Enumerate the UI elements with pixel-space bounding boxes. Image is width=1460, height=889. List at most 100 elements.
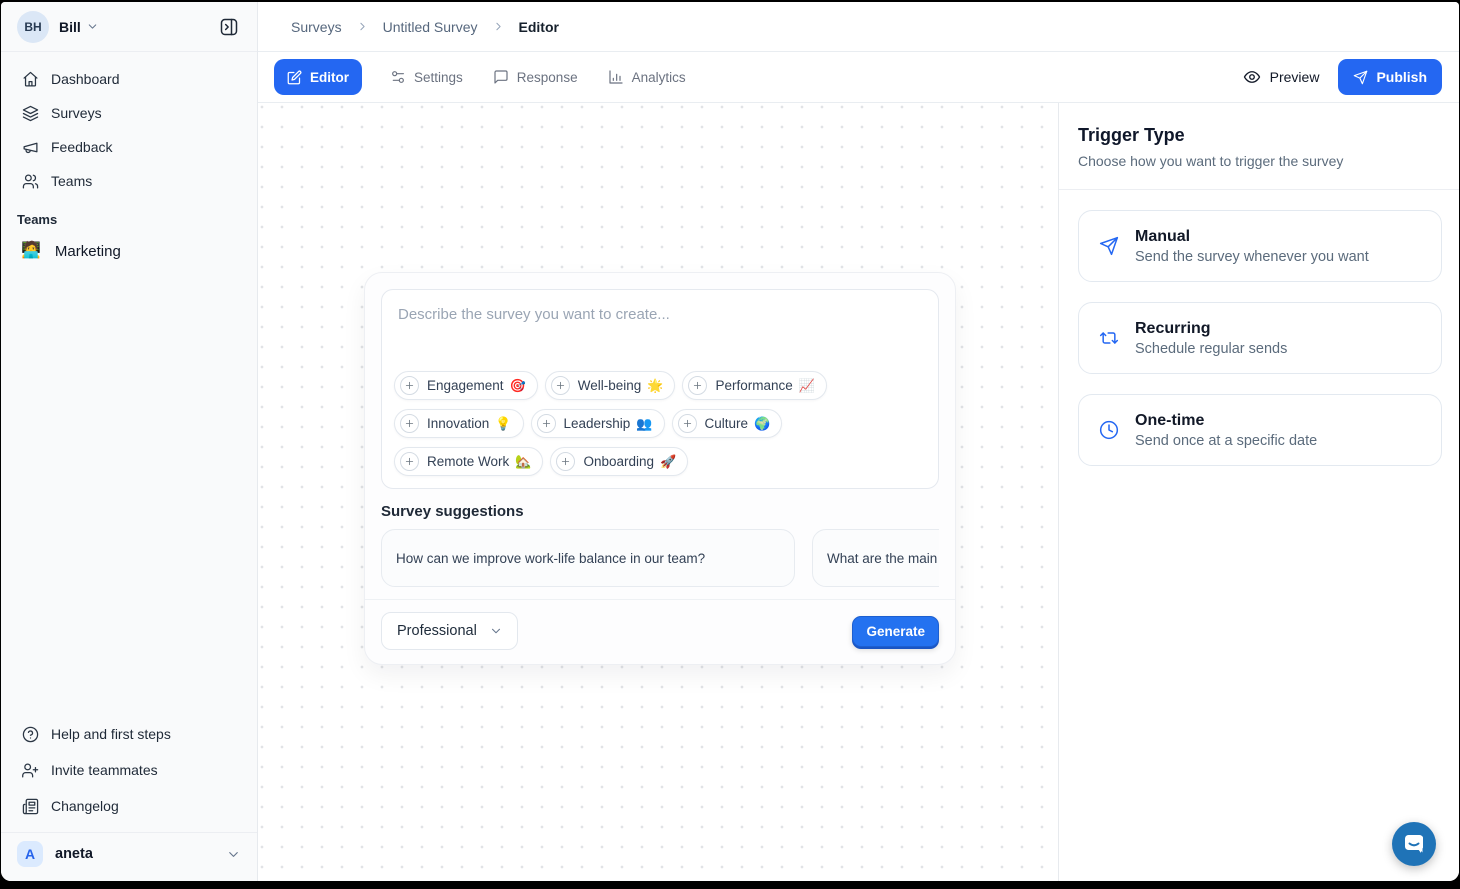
plus-icon [400, 452, 419, 471]
plus-icon [551, 376, 570, 395]
topic-chip-remote-work[interactable]: Remote Work 🏡 [394, 447, 543, 476]
trigger-option-recurring[interactable]: Recurring Schedule regular sends [1078, 302, 1442, 374]
chip-label: Culture [705, 416, 749, 431]
chip-label: Well-being [578, 378, 642, 393]
tab-editor[interactable]: Editor [274, 59, 362, 95]
tone-select[interactable]: Professional [381, 612, 518, 650]
eye-icon [1243, 68, 1261, 86]
chevron-down-icon [86, 20, 99, 33]
trigger-option-desc: Send the survey whenever you want [1135, 249, 1369, 265]
repeat-icon [1099, 328, 1119, 348]
tab-response[interactable]: Response [491, 59, 580, 95]
clock-icon [1099, 420, 1119, 440]
sidebar-item-team-marketing[interactable]: 🧑‍💻 Marketing [9, 233, 249, 269]
generate-button[interactable]: Generate [852, 616, 939, 647]
preview-button[interactable]: Preview [1243, 68, 1320, 86]
editor-canvas[interactable]: Engagement 🎯 Well-being 🌟 Performance 📈 [258, 103, 1058, 881]
trigger-option-one-time[interactable]: One-time Send once at a specific date [1078, 394, 1442, 466]
chevron-right-icon [356, 20, 369, 33]
tab-label: Analytics [632, 70, 686, 85]
sidebar-item-label: Dashboard [51, 71, 120, 87]
breadcrumb-surveys[interactable]: Surveys [291, 19, 342, 35]
chip-label: Performance [715, 378, 792, 393]
publish-label: Publish [1376, 69, 1427, 85]
suggestions-title: Survey suggestions [381, 503, 939, 520]
survey-composer-card: Engagement 🎯 Well-being 🌟 Performance 📈 [364, 272, 956, 665]
topic-chip-leadership[interactable]: Leadership 👥 [531, 409, 665, 438]
megaphone-icon [21, 139, 39, 156]
plus-icon [556, 452, 575, 471]
chip-label: Onboarding [583, 454, 654, 469]
trigger-option-manual[interactable]: Manual Send the survey whenever you want [1078, 210, 1442, 282]
sidebar-item-feedback[interactable]: Feedback [9, 130, 249, 164]
workspace-switcher[interactable]: BH Bill [1, 2, 257, 52]
sidebar-item-teams[interactable]: Teams [9, 164, 249, 198]
chip-label: Remote Work [427, 454, 509, 469]
plus-icon [678, 414, 697, 433]
editor-toolbar: Editor Settings Response Analytics Previ… [258, 52, 1459, 103]
layers-icon [21, 105, 39, 122]
chip-label: Engagement [427, 378, 504, 393]
team-name: Marketing [55, 243, 121, 260]
account-menu[interactable]: A aneta [1, 832, 257, 875]
tab-label: Response [517, 70, 578, 85]
suggestion-card-work-life-balance[interactable]: How can we improve work-life balance in … [381, 529, 795, 587]
sidebar-collapse-button[interactable] [215, 13, 243, 41]
topic-chips: Engagement 🎯 Well-being 🌟 Performance 📈 [394, 371, 926, 476]
chevron-down-icon [489, 624, 503, 638]
chat-bubble-icon [1402, 832, 1426, 856]
sidebar-item-invite[interactable]: Invite teammates [9, 752, 249, 788]
topic-chip-engagement[interactable]: Engagement 🎯 [394, 371, 538, 400]
sidebar-item-changelog[interactable]: Changelog [9, 788, 249, 824]
topic-chip-onboarding[interactable]: Onboarding 🚀 [550, 447, 688, 476]
target-emoji-icon: 🎯 [510, 378, 526, 394]
app-window: BH Bill Dashboard Surv [1, 2, 1459, 881]
help-circle-icon [21, 726, 39, 743]
people-emoji-icon: 👥 [636, 416, 652, 432]
trigger-panel-header: Trigger Type Choose how you want to trig… [1059, 103, 1459, 190]
sidebar-item-dashboard[interactable]: Dashboard [9, 62, 249, 96]
topic-chip-culture[interactable]: Culture 🌍 [672, 409, 783, 438]
trigger-option-title: Recurring [1135, 320, 1287, 338]
chevron-right-icon [492, 20, 505, 33]
chevron-down-icon [226, 847, 241, 862]
trigger-option-title: One-time [1135, 412, 1317, 430]
sidebar-item-help[interactable]: Help and first steps [9, 716, 249, 752]
send-icon [1099, 236, 1119, 256]
survey-description-input[interactable] [394, 302, 926, 371]
sidebar-nav: Dashboard Surveys Feedback Teams [1, 52, 257, 198]
composer-footer: Professional Generate [365, 599, 955, 664]
suggestion-card-obstacles[interactable]: What are the main ob [812, 529, 939, 587]
trigger-type-panel: Trigger Type Choose how you want to trig… [1058, 103, 1459, 881]
plus-icon [537, 414, 556, 433]
sidebar-item-surveys[interactable]: Surveys [9, 96, 249, 130]
publish-button[interactable]: Publish [1338, 59, 1442, 95]
plus-icon [688, 376, 707, 395]
chip-label: Leadership [564, 416, 631, 431]
star-emoji-icon: 🌟 [647, 378, 663, 394]
topic-chip-well-being[interactable]: Well-being 🌟 [545, 371, 676, 400]
topic-chip-innovation[interactable]: Innovation 💡 [394, 409, 524, 438]
breadcrumb-untitled-survey[interactable]: Untitled Survey [383, 19, 478, 35]
chip-label: Innovation [427, 416, 489, 431]
tab-analytics[interactable]: Analytics [606, 59, 688, 95]
trigger-option-desc: Send once at a specific date [1135, 433, 1317, 449]
users-icon [21, 173, 39, 190]
preview-label: Preview [1270, 69, 1320, 85]
account-name: aneta [55, 846, 93, 862]
sidebar-item-label: Changelog [51, 798, 119, 814]
tab-settings[interactable]: Settings [388, 59, 465, 95]
sidebar-item-label: Teams [51, 173, 92, 189]
tab-label: Editor [310, 70, 349, 85]
topic-chip-performance[interactable]: Performance 📈 [682, 371, 826, 400]
bar-chart-icon [608, 69, 624, 85]
sidebar-footer: Help and first steps Invite teammates Ch… [1, 716, 257, 881]
user-plus-icon [21, 762, 39, 779]
trigger-option-title: Manual [1135, 228, 1369, 246]
tone-selected-value: Professional [397, 623, 477, 639]
sidebar-item-label: Help and first steps [51, 726, 171, 742]
rocket-emoji-icon: 🚀 [660, 454, 676, 470]
chat-launcher-button[interactable] [1392, 822, 1436, 866]
message-square-icon [493, 69, 509, 85]
generate-label: Generate [866, 624, 925, 639]
